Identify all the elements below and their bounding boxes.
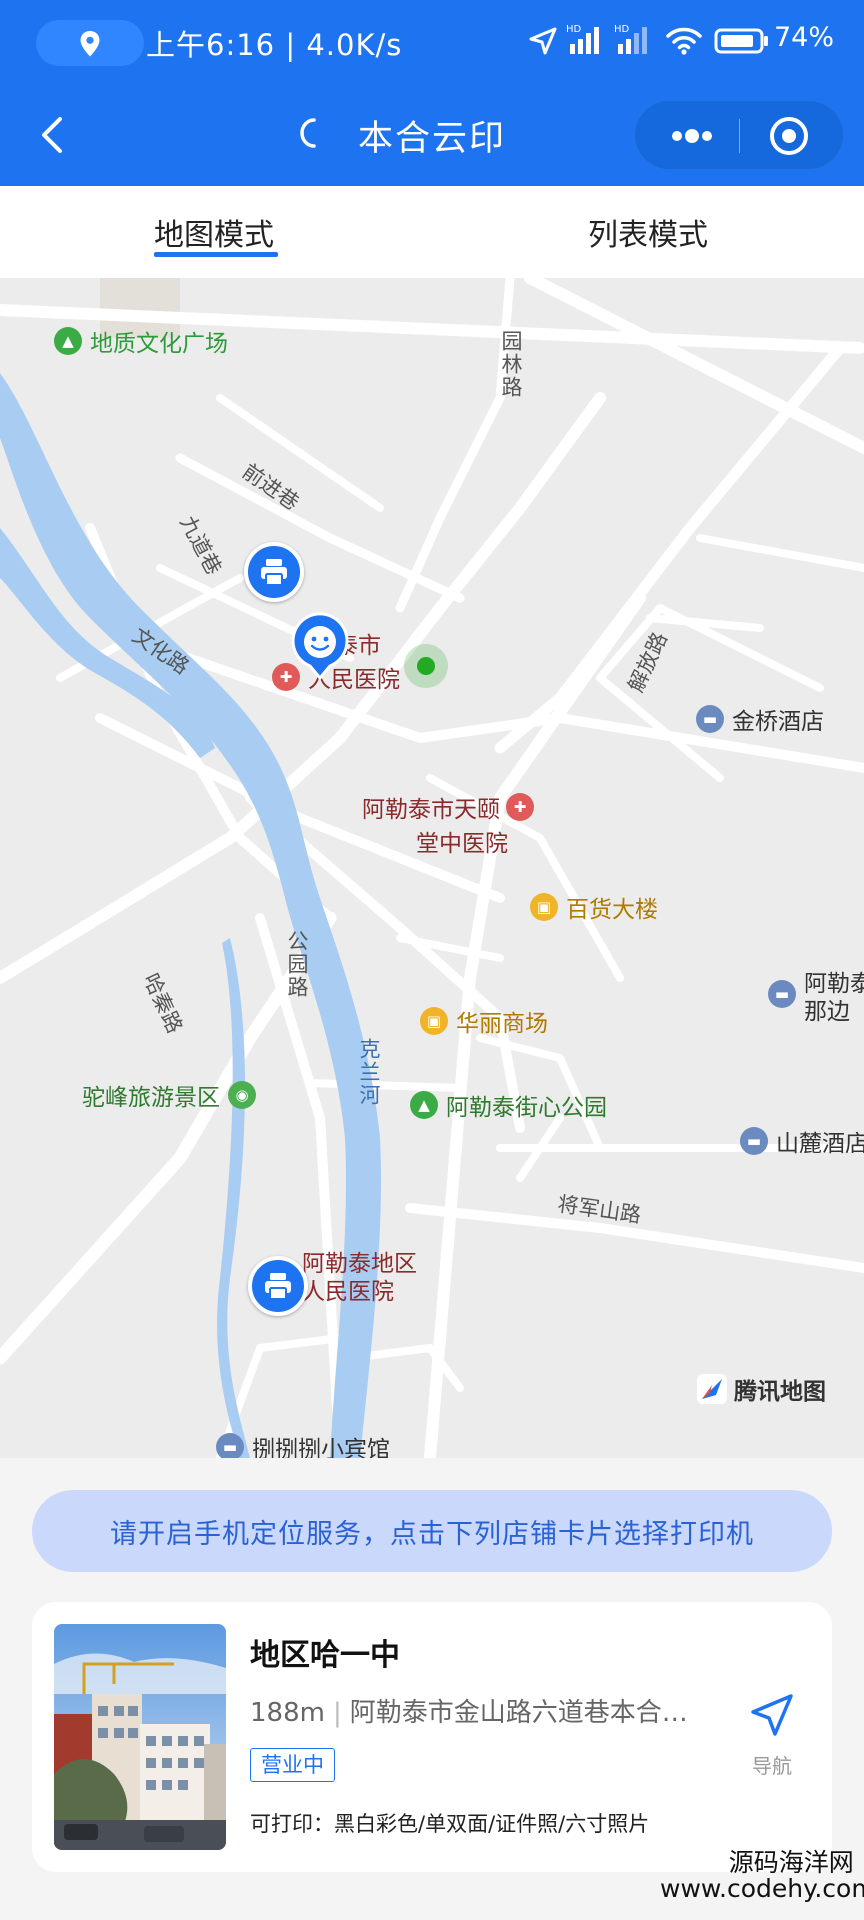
wifi-icon <box>666 27 702 55</box>
miniprogram-capsule <box>634 100 844 170</box>
poi-label: 华丽商场 <box>456 1011 548 1037</box>
print-options-label: 可打印： <box>250 1812 334 1836</box>
close-miniprogram-button[interactable] <box>749 101 835 171</box>
map-roads-layer <box>0 278 864 1458</box>
poi-small-hotel[interactable]: ▬ 捌捌捌小宾馆 <box>216 1430 390 1458</box>
svg-text:HD: HD <box>566 24 582 35</box>
user-face-icon <box>291 612 349 681</box>
shopping-icon: ▣ <box>530 893 558 921</box>
poi-label: 驼峰旅游景区 <box>82 1085 220 1111</box>
svg-text:HD: HD <box>614 24 630 35</box>
more-dots-icon <box>672 129 712 143</box>
poi-tuofeng-scenic[interactable]: 驼峰旅游景区 ◉ <box>82 1078 256 1112</box>
store-photo <box>54 1624 226 1850</box>
capsule-divider <box>739 119 740 153</box>
poi-label: 阿勒泰地区 <box>302 1251 417 1277</box>
active-tab-indicator <box>154 252 278 257</box>
store-card[interactable]: 地区哈一中 188m | 阿勒泰市金山路六道巷本合… 营业中 可打印：黑白彩色/单双… <box>32 1602 832 1872</box>
store-distance-address: 188m | 阿勒泰市金山路六道巷本合… <box>250 1698 688 1728</box>
location-service-notice: 请开启手机定位服务，点击下列店铺卡片选择打印机 <box>32 1490 832 1572</box>
poi-tianyi-hospital[interactable]: 阿勒泰市天颐 ✚ 堂中医院 <box>362 790 534 858</box>
poi-label: 金桥酒店 <box>732 709 824 735</box>
store-address: 阿勒泰市金山路六道巷本合… <box>349 1698 688 1728</box>
tencent-map-icon <box>697 1374 727 1404</box>
map-logo-text: 腾讯地图 <box>734 1379 826 1405</box>
print-options-value: 黑白彩色/单双面/证件照/六寸照片 <box>334 1812 650 1836</box>
tencent-map-logo: 腾讯地图 <box>696 1372 826 1406</box>
printer-pin[interactable] <box>248 1256 308 1316</box>
poi-label: 人民医院 <box>302 1279 394 1305</box>
hotel-icon: ▬ <box>740 1127 768 1155</box>
tab-list-mode[interactable]: 列表模式 <box>588 210 708 254</box>
tab-map-mode[interactable]: 地图模式 <box>154 210 274 254</box>
poi-label: 阿勒泰 <box>804 971 864 997</box>
back-chevron-icon <box>42 117 62 153</box>
hd-signal-icon: HD <box>614 24 647 54</box>
current-location-dot <box>404 644 448 688</box>
mode-tabs: 地图模式 列表模式 <box>0 186 864 278</box>
status-icons: HD HD 74% <box>528 22 848 62</box>
map-view[interactable]: ▲ 地质文化广场 勒泰市 ✚ 人民医院 ▬ 金桥酒店 阿勒泰市天颐 ✚ 堂中医院… <box>0 278 864 1458</box>
status-time-speed: 上午6:16 | 4.0K/s <box>146 28 403 62</box>
poi-label: 那边 <box>804 999 850 1025</box>
hotel-icon: ▬ <box>696 705 724 733</box>
poi-label: 山麓酒店 <box>776 1131 864 1157</box>
poi-department-store[interactable]: ▣ 百货大楼 <box>530 890 658 924</box>
user-location-pin <box>290 612 350 682</box>
poi-geology-square[interactable]: ▲ 地质文化广场 <box>54 324 228 358</box>
poi-label: 阿勒泰市天颐 <box>362 797 500 823</box>
poi-street-park[interactable]: ▲ 阿勒泰街心公园 <box>410 1088 607 1122</box>
park-icon: ▲ <box>410 1091 438 1119</box>
poi-huali-mall[interactable]: ▣ 华丽商场 <box>420 1004 548 1038</box>
poi-label: 堂中医院 <box>416 831 508 857</box>
battery-icon <box>714 28 768 54</box>
back-button[interactable] <box>30 110 80 160</box>
hospital-icon: ✚ <box>506 793 534 821</box>
navigate-label: 导航 <box>752 1754 792 1778</box>
store-print-options: 可打印：黑白彩色/单双面/证件照/六寸照片 <box>250 1808 649 1838</box>
poi-label: 百货大楼 <box>566 897 658 923</box>
page-title: 本合云印 <box>358 119 507 159</box>
poi-shanlu-hotel[interactable]: ▬ 山麓酒店 <box>740 1124 864 1158</box>
navigate-arrow-icon <box>751 1694 793 1736</box>
watermark-line1: 源码海洋网 <box>728 1848 854 1877</box>
store-name: 地区哈一中 <box>250 1638 400 1673</box>
road-label: 园林路 <box>499 330 523 399</box>
poi-label: 阿勒泰街心公园 <box>446 1095 607 1121</box>
shopping-icon: ▣ <box>420 1007 448 1035</box>
battery-percent: 74% <box>774 22 835 53</box>
poi-label: 地质文化广场 <box>90 331 228 357</box>
printer-icon <box>265 1273 291 1300</box>
road-label: 公园路 <box>285 930 309 999</box>
watermark-line2: www.codehy.com <box>660 1874 864 1904</box>
more-button[interactable] <box>649 101 731 171</box>
poi-jinqiao-hotel[interactable]: ▬ 金桥酒店 <box>696 702 824 736</box>
navigate-button[interactable]: 导航 <box>732 1692 812 1792</box>
target-close-icon <box>770 117 808 155</box>
hd-signal-icon: HD <box>566 24 599 54</box>
printer-icon <box>261 559 287 586</box>
location-icon <box>80 31 100 57</box>
loading-spinner-icon <box>300 118 316 148</box>
road-label: 克兰河 <box>357 1038 381 1107</box>
scenic-camera-icon: ◉ <box>228 1081 256 1109</box>
status-badge: 营业中 <box>250 1748 335 1782</box>
poi-prefecture-hospital[interactable]: 阿勒泰地区 人民医院 <box>302 1250 417 1306</box>
site-watermark: 源码海洋网 www.codehy.com <box>660 1848 864 1904</box>
nav-bar: 本合云印 <box>0 96 864 176</box>
navigation-arrow-icon <box>529 27 557 55</box>
hotel-icon: ▬ <box>768 980 796 1008</box>
park-icon: ▲ <box>54 327 82 355</box>
status-bar: 上午6:16 | 4.0K/s HD HD 74% <box>0 0 864 84</box>
poi-hotel-right-edge[interactable]: ▬ 阿勒泰 那边 <box>768 970 864 1026</box>
poi-label: 捌捌捌小宾馆 <box>252 1437 390 1458</box>
store-distance: 188m <box>250 1698 325 1728</box>
printer-pin[interactable] <box>244 542 304 602</box>
app-header: 上午6:16 | 4.0K/s HD HD 74% 本合云印 <box>0 0 864 186</box>
hotel-icon: ▬ <box>216 1433 244 1458</box>
location-pill <box>36 20 144 66</box>
